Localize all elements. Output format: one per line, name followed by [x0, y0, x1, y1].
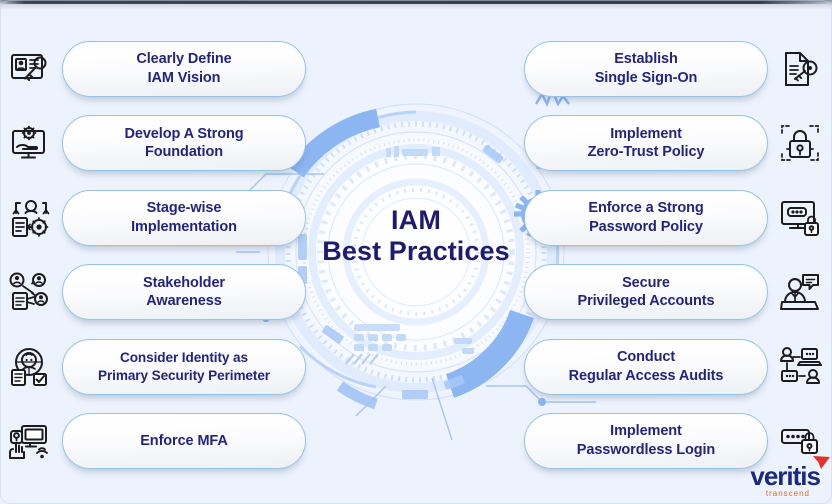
practice-item-consider-identity-as-primary-security-perimeter[interactable]: Consider Identity as Primary Security Pe…: [6, 338, 306, 396]
left-practice-column: Clearly Define IAM Vision Develop A Stro…: [6, 40, 306, 470]
practice-label: Stakeholder Awareness: [143, 274, 225, 310]
practice-pill[interactable]: Enforce a Strong Password Policy: [524, 189, 768, 246]
practice-item-clearly-define-iam-vision[interactable]: Clearly Define IAM Vision: [6, 40, 306, 98]
veritis-checkmark-icon: [813, 456, 830, 469]
top-edge-shadow: [0, 0, 832, 10]
practice-label: Establish Single Sign-On: [594, 51, 698, 86]
logo-wordmark: veritis: [750, 461, 821, 491]
id-card-key-icon: [6, 45, 54, 93]
document-key-icon: [776, 45, 824, 93]
practice-item-conduct-regular-access-audits[interactable]: Conduct Regular Access Audits: [524, 338, 824, 396]
process-user-gear-icon: [6, 194, 54, 242]
practice-item-implement-zero-trust-policy[interactable]: Implement Zero-Trust Policy: [524, 114, 824, 172]
practice-pill[interactable]: Stakeholder Awareness: [62, 264, 306, 321]
veritis-logo: veritis transcend: [750, 456, 830, 498]
practice-label: Stage-wise Implementation: [131, 200, 237, 235]
access-audit-network-icon: [776, 343, 824, 391]
center-title-line1: IAM: [390, 205, 442, 235]
identity-perimeter-icon: [6, 343, 54, 391]
practice-item-establish-single-sign-on[interactable]: Establish Single Sign-On: [524, 40, 824, 98]
monitor-gear-hand-icon: [6, 119, 54, 167]
practice-label: Implement Passwordless Login: [576, 423, 716, 458]
password-monitor-lock-icon: [776, 194, 824, 242]
iam-best-practices-infographic: IAM Best Practices Clearly Define IAM Vi…: [0, 0, 832, 504]
practice-label: Develop A Strong Foundation: [124, 125, 244, 161]
practice-item-secure-privileged-accounts[interactable]: Secure Privileged Accounts: [524, 263, 824, 321]
practice-pill[interactable]: Establish Single Sign-On: [524, 41, 768, 97]
practice-label: Consider Identity as Primary Security Pe…: [98, 350, 270, 383]
practice-pill[interactable]: Enforce MFA: [62, 412, 306, 469]
logo-tagline: transcend: [765, 489, 810, 498]
practice-pill[interactable]: Develop A Strong Foundation: [62, 115, 306, 172]
practice-pill[interactable]: Consider Identity as Primary Security Pe…: [62, 338, 306, 395]
practice-pill[interactable]: Conduct Regular Access Audits: [524, 338, 768, 395]
privileged-user-chat-icon: [776, 268, 824, 316]
practice-pill[interactable]: Implement Passwordless Login: [524, 412, 768, 469]
practice-pill[interactable]: Stage-wise Implementation: [62, 189, 306, 246]
center-title-line2: Best Practices: [322, 235, 510, 266]
practice-pill[interactable]: Implement Zero-Trust Policy: [524, 115, 768, 172]
practice-pill[interactable]: Clearly Define IAM Vision: [62, 41, 306, 97]
practice-item-stakeholder-awareness[interactable]: Stakeholder Awareness: [6, 263, 306, 321]
stakeholder-network-icon: [6, 268, 54, 316]
practice-label: Secure Privileged Accounts: [577, 274, 715, 310]
practice-label: Enforce MFA: [140, 432, 228, 449]
practice-item-enforce-a-strong-password-policy[interactable]: Enforce a Strong Password Policy: [524, 189, 824, 247]
practice-pill[interactable]: Secure Privileged Accounts: [524, 264, 768, 321]
practice-item-develop-a-strong-foundation[interactable]: Develop A Strong Foundation: [6, 114, 306, 172]
mfa-fingerprint-icon: [6, 417, 54, 465]
padlock-scan-icon: [776, 119, 824, 167]
practice-item-stage-wise-implementation[interactable]: Stage-wise Implementation: [6, 189, 306, 247]
practice-label: Implement Zero-Trust Policy: [587, 125, 705, 161]
practice-label: Clearly Define IAM Vision: [136, 51, 232, 86]
right-practice-column: Establish Single Sign-On Implement Zero-…: [524, 40, 824, 470]
practice-label: Conduct Regular Access Audits: [568, 349, 724, 384]
center-title: IAM Best Practices: [286, 205, 546, 268]
practice-label: Enforce a Strong Password Policy: [588, 200, 704, 235]
practice-item-enforce-mfa[interactable]: Enforce MFA: [6, 412, 306, 470]
